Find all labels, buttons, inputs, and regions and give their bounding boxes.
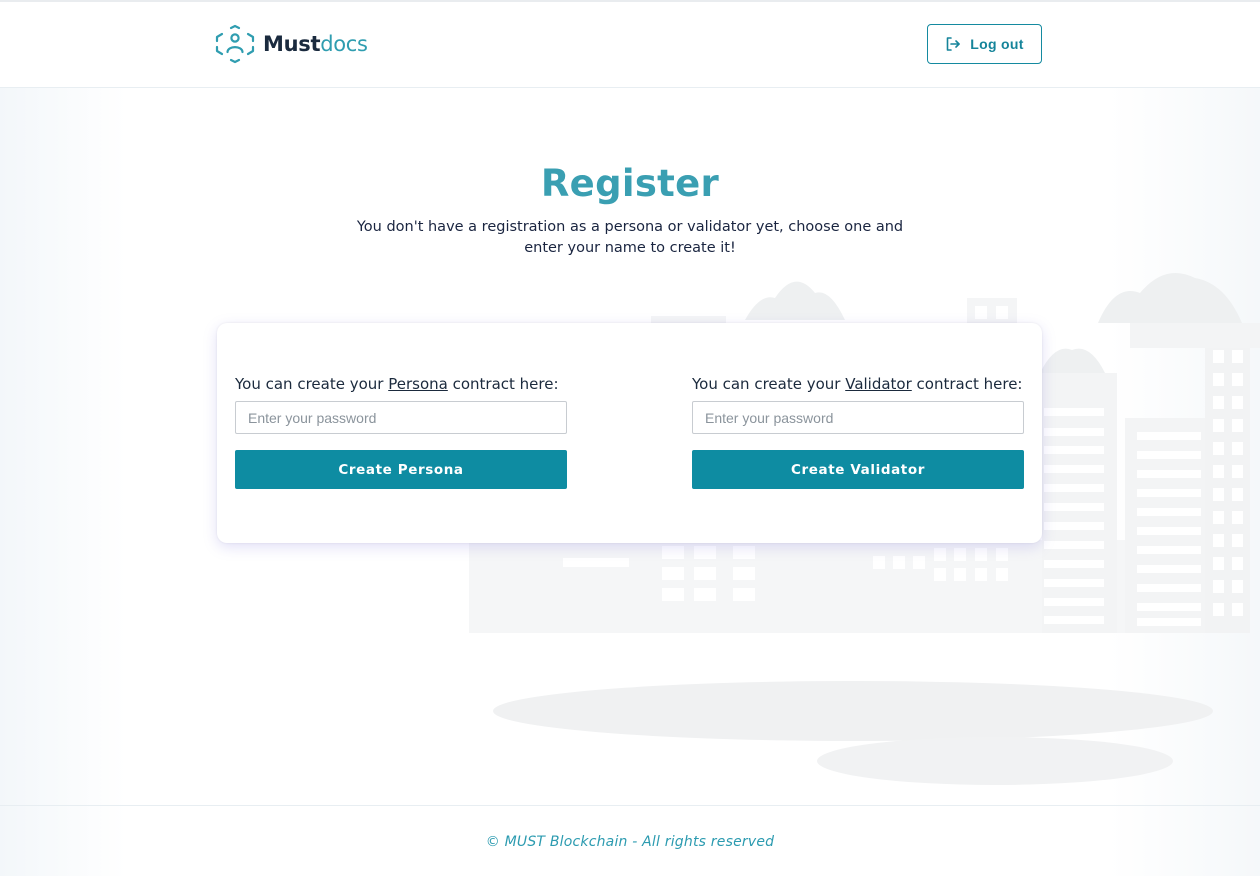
page-title: Register (540, 162, 720, 205)
page: Mustdocs Log out Register You don't have… (0, 0, 1260, 876)
logo-wordmark: Mustdocs (263, 32, 368, 56)
persona-link[interactable]: Persona (388, 375, 448, 393)
persona-password-input[interactable] (235, 401, 567, 434)
create-persona-button[interactable]: Create Persona (235, 450, 567, 489)
validator-label-prefix: You can create your (692, 375, 846, 393)
logout-button[interactable]: Log out (927, 24, 1042, 64)
validator-password-input[interactable] (692, 401, 1024, 434)
logo[interactable]: Mustdocs (214, 24, 368, 64)
logout-arrow-icon (946, 37, 961, 51)
validator-link[interactable]: Validator (845, 375, 912, 393)
persona-label: You can create your Persona contract her… (235, 375, 567, 393)
persona-label-prefix: You can create your (235, 375, 389, 393)
logo-text-secondary: docs (320, 32, 368, 56)
main-content: Register You don't have a registration a… (0, 88, 1260, 805)
persona-section: You can create your Persona contract her… (235, 375, 567, 489)
validator-label: You can create your Validator contract h… (692, 375, 1024, 393)
registration-card: You can create your Persona contract her… (217, 323, 1042, 543)
page-footer: © MUST Blockchain - All rights reserved (0, 805, 1260, 876)
validator-label-suffix: contract here: (911, 375, 1023, 393)
copyright-text: © MUST Blockchain - All rights reserved (485, 834, 775, 850)
logout-label: Log out (970, 36, 1024, 52)
create-validator-button[interactable]: Create Validator (692, 450, 1024, 489)
page-subtitle: You don't have a registration as a perso… (356, 219, 904, 256)
validator-section: You can create your Validator contract h… (692, 375, 1024, 489)
top-header: Mustdocs Log out (0, 0, 1260, 88)
person-hexagon-icon (215, 24, 255, 64)
logo-text-primary: Must (263, 32, 321, 56)
persona-label-suffix: contract here: (447, 375, 559, 393)
